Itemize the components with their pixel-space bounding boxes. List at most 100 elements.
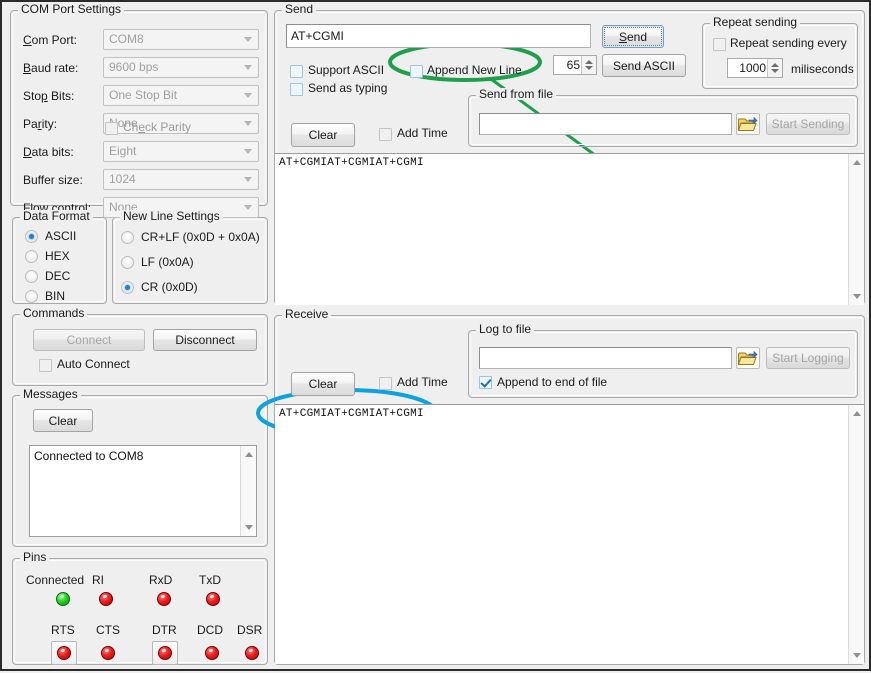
start-sending-button[interactable]: Start Sending (766, 113, 850, 135)
repeat-interval-spinner[interactable]: 1000 (727, 58, 783, 78)
pins-group: Pins Connected RI RxD TxD RTS CTS DTR DC… (12, 558, 268, 665)
check-parity-checkbox[interactable] (105, 122, 118, 135)
messages-title: Messages (20, 388, 81, 400)
receive-output-text: AT+CGMIAT+CGMIAT+CGMI (279, 408, 846, 420)
spinner-down-icon[interactable] (771, 69, 779, 73)
messages-clear-button[interactable]: Clear (33, 409, 93, 432)
scroll-up-icon[interactable] (853, 160, 861, 165)
radio-lf[interactable] (121, 256, 134, 269)
receive-scrollbar[interactable] (848, 405, 864, 664)
send-ascii-label: Send ASCII (613, 59, 675, 73)
log-file-path-input[interactable] (479, 347, 732, 369)
send-clear-button[interactable]: Clear (291, 123, 355, 147)
auto-connect-checkbox[interactable] (39, 359, 52, 372)
disconnect-button-label: Disconnect (175, 333, 234, 347)
send-button[interactable]: Send (602, 25, 664, 48)
radio-crlf[interactable] (121, 231, 134, 244)
connect-button[interactable]: Connect (33, 329, 145, 351)
chevron-down-icon (244, 121, 252, 126)
radio-dec[interactable] (25, 270, 38, 283)
send-add-time-label: Add Time (397, 126, 448, 140)
pin-led-dcd (205, 646, 219, 660)
disconnect-button[interactable]: Disconnect (153, 329, 257, 351)
append-new-line-checkbox[interactable] (410, 65, 423, 78)
pin-label-rts: RTS (51, 623, 75, 637)
start-logging-label: Start Logging (772, 351, 843, 365)
chevron-down-icon (244, 205, 252, 210)
new-line-settings-title: New Line Settings (120, 210, 223, 222)
send-as-typing-checkbox[interactable] (290, 83, 303, 96)
spinner-down-icon[interactable] (585, 66, 593, 70)
radio-cr[interactable] (121, 281, 134, 294)
send-title: Send (282, 3, 316, 15)
ascii-code-value: 65 (567, 58, 580, 72)
send-file-path-input[interactable] (479, 113, 732, 135)
messages-log-area[interactable]: Connected to COM8 (29, 445, 257, 537)
repeat-sending-group: Repeat sending Repeat sending every 1000… (702, 23, 858, 89)
commands-group: Commands Connect Disconnect Auto Connect (12, 314, 268, 386)
send-clear-label: Clear (309, 128, 338, 142)
send-input[interactable]: AT+CGMI (286, 24, 591, 48)
scroll-up-icon[interactable] (245, 452, 253, 457)
radio-bin-label: BIN (45, 289, 65, 303)
log-file-browse-button[interactable] (736, 347, 760, 369)
send-button-label: Send (619, 30, 647, 44)
ascii-code-spinner[interactable]: 65 (553, 55, 597, 75)
spinner-up-icon[interactable] (771, 63, 779, 67)
messages-log-text: Connected to COM8 (34, 449, 238, 463)
check-parity-label: Check Parity (123, 120, 191, 134)
send-ascii-button[interactable]: Send ASCII (602, 54, 686, 77)
support-ascii-checkbox[interactable] (290, 65, 303, 78)
auto-connect-label: Auto Connect (57, 357, 130, 371)
append-to-end-checkbox[interactable] (479, 376, 492, 389)
repeat-sending-title: Repeat sending (710, 16, 800, 28)
folder-open-icon (737, 114, 759, 134)
chevron-down-icon (244, 177, 252, 182)
receive-title: Receive (282, 308, 331, 320)
scroll-down-icon[interactable] (245, 525, 253, 530)
baud-rate-select[interactable]: 9600 bps (103, 57, 259, 78)
new-line-settings-group: New Line Settings CR+LF (0x0D + 0x0A) LF… (112, 217, 268, 304)
buffer-size-label: Buffer size: (23, 173, 83, 187)
spinner-up-icon[interactable] (585, 60, 593, 64)
send-history-scrollbar[interactable] (848, 154, 864, 305)
pin-led-dsr (245, 646, 259, 660)
send-file-browse-button[interactable] (736, 113, 760, 135)
repeat-sending-checkbox[interactable] (713, 38, 726, 51)
receive-add-time-checkbox[interactable] (379, 377, 392, 390)
stop-bits-select[interactable]: One Stop Bit (103, 85, 259, 106)
radio-bin[interactable] (25, 290, 38, 303)
scroll-down-icon[interactable] (853, 294, 861, 299)
folder-open-icon (737, 348, 759, 368)
radio-hex[interactable] (25, 250, 38, 263)
radio-lf-label: LF (0x0A) (141, 255, 194, 269)
buffer-size-select[interactable]: 1024 (103, 169, 259, 190)
serial-terminal-window: COM Port Settings Com Port: COM8 Baud ra… (0, 0, 871, 671)
scroll-down-icon[interactable] (853, 653, 861, 658)
com-port-settings-title: COM Port Settings (18, 3, 124, 15)
pin-led-dtr (158, 646, 172, 660)
data-bits-value: Eight (109, 144, 136, 158)
baud-rate-label: Baud rate: (23, 61, 78, 75)
pin-led-rts (57, 646, 71, 660)
send-history-area[interactable]: AT+CGMIAT+CGMIAT+CGMI (275, 153, 864, 305)
spinner-buttons[interactable] (767, 59, 782, 77)
baud-rate-value: 9600 bps (109, 60, 158, 74)
send-as-typing-label: Send as typing (308, 81, 387, 95)
messages-scrollbar[interactable] (240, 446, 256, 536)
send-add-time-checkbox[interactable] (379, 128, 392, 141)
repeat-sending-label: Repeat sending every (730, 36, 847, 50)
com-port-value: COM8 (109, 32, 144, 46)
scroll-up-icon[interactable] (853, 411, 861, 416)
spinner-buttons[interactable] (581, 56, 596, 74)
receive-clear-button[interactable]: Clear (291, 372, 355, 396)
data-bits-select[interactable]: Eight (103, 141, 259, 162)
start-logging-button[interactable]: Start Logging (766, 347, 850, 369)
radio-ascii[interactable] (25, 230, 38, 243)
log-to-file-group: Log to file Start Logging (468, 330, 858, 398)
receive-output-area[interactable]: AT+CGMIAT+CGMIAT+CGMI (275, 404, 864, 664)
com-port-label: Com Port: (23, 33, 77, 47)
radio-hex-label: HEX (45, 249, 70, 263)
send-group: Send AT+CGMI Send Support ASCII Send as … (274, 10, 865, 305)
com-port-select[interactable]: COM8 (103, 29, 259, 50)
